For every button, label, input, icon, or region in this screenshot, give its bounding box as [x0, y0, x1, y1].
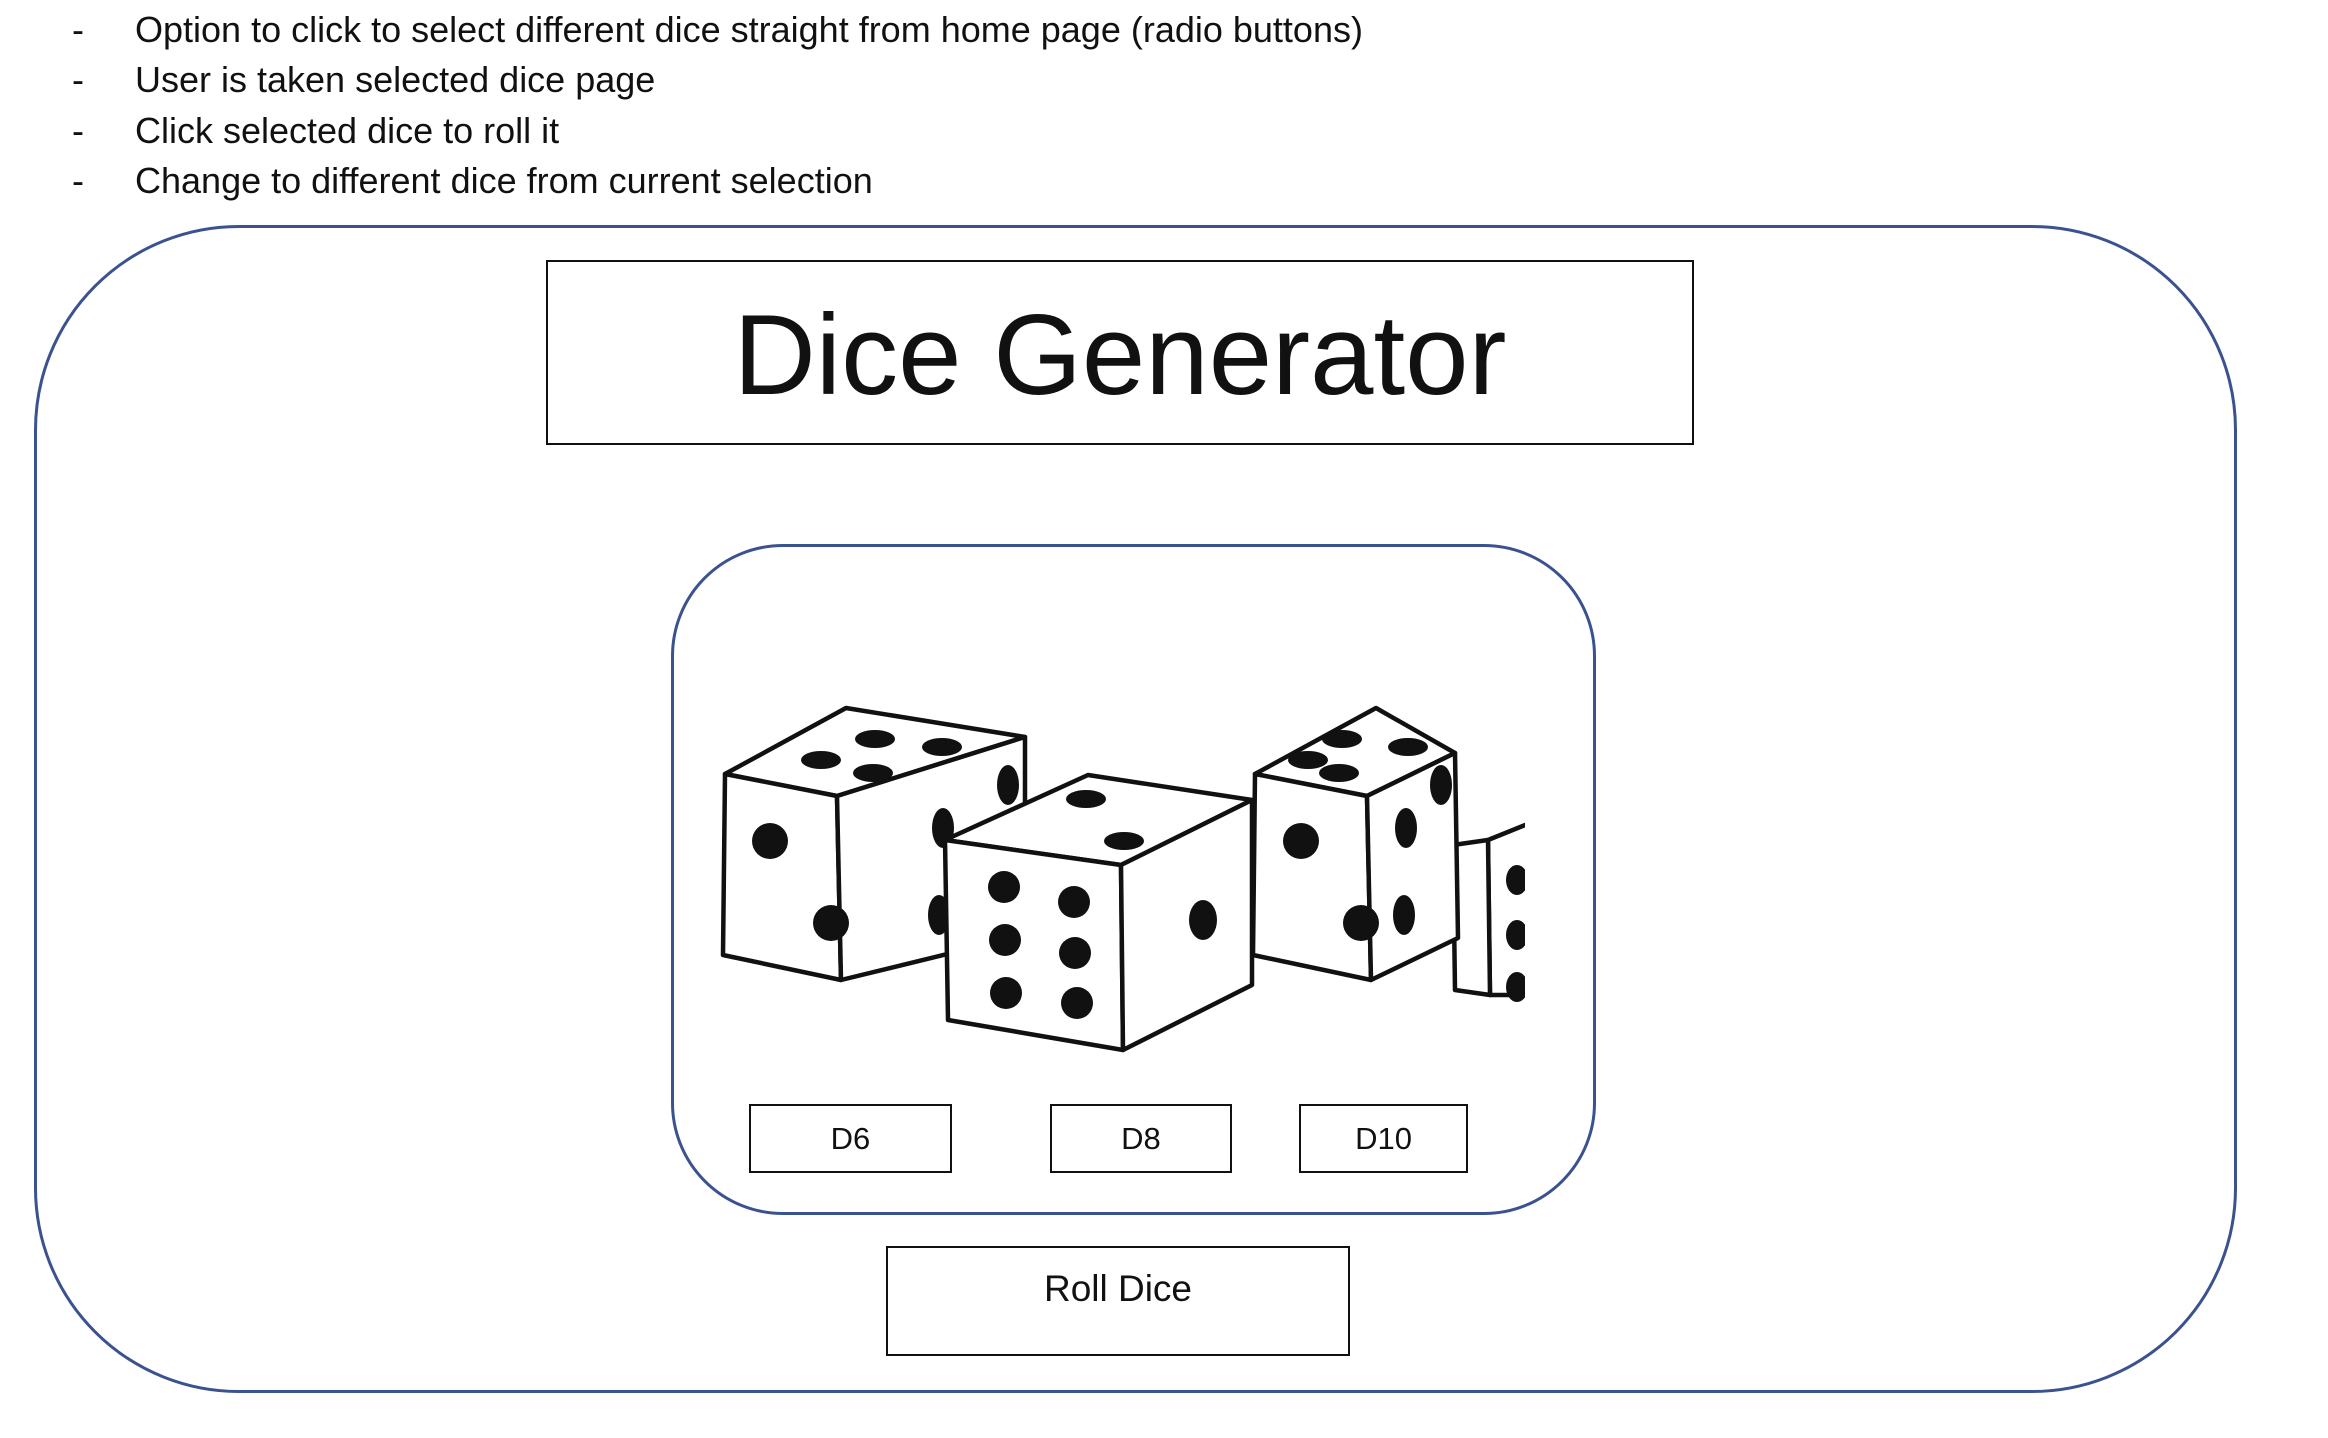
note-text: Change to different dice from current se… [135, 160, 873, 201]
page-title: Dice Generator [733, 291, 1507, 419]
roll-dice-button[interactable]: Roll Dice [886, 1246, 1350, 1356]
dice-group-icon[interactable] [720, 695, 1540, 1060]
dice-option-d10[interactable]: D10 [1299, 1104, 1468, 1173]
dice-option-d8[interactable]: D8 [1050, 1104, 1232, 1173]
note-item: - Option to click to select different di… [0, 5, 2328, 55]
note-item: - Click selected dice to roll it [0, 106, 2328, 156]
die-icon [1250, 705, 1461, 983]
note-text: Option to click to select different dice… [135, 9, 1363, 50]
roll-dice-label: Roll Dice [1043, 1268, 1193, 1309]
note-bullet: - [72, 9, 84, 50]
dice-option-d6[interactable]: D6 [749, 1104, 952, 1173]
die-icon [1450, 822, 1525, 1002]
note-bullet: - [72, 160, 84, 201]
note-text: User is taken selected dice page [135, 59, 656, 100]
note-bullet: - [72, 110, 84, 151]
note-item: - User is taken selected dice page [0, 55, 2328, 105]
dice-option-label: D8 [1121, 1120, 1161, 1156]
title-box: Dice Generator [546, 260, 1694, 445]
notes-list: - Option to click to select different di… [0, 0, 2328, 210]
note-item: - Change to different dice from current … [0, 156, 2328, 206]
note-bullet: - [72, 59, 84, 100]
dice-option-label: D6 [830, 1120, 871, 1156]
note-text: Click selected dice to roll it [135, 110, 560, 151]
dice-option-label: D10 [1355, 1120, 1412, 1156]
